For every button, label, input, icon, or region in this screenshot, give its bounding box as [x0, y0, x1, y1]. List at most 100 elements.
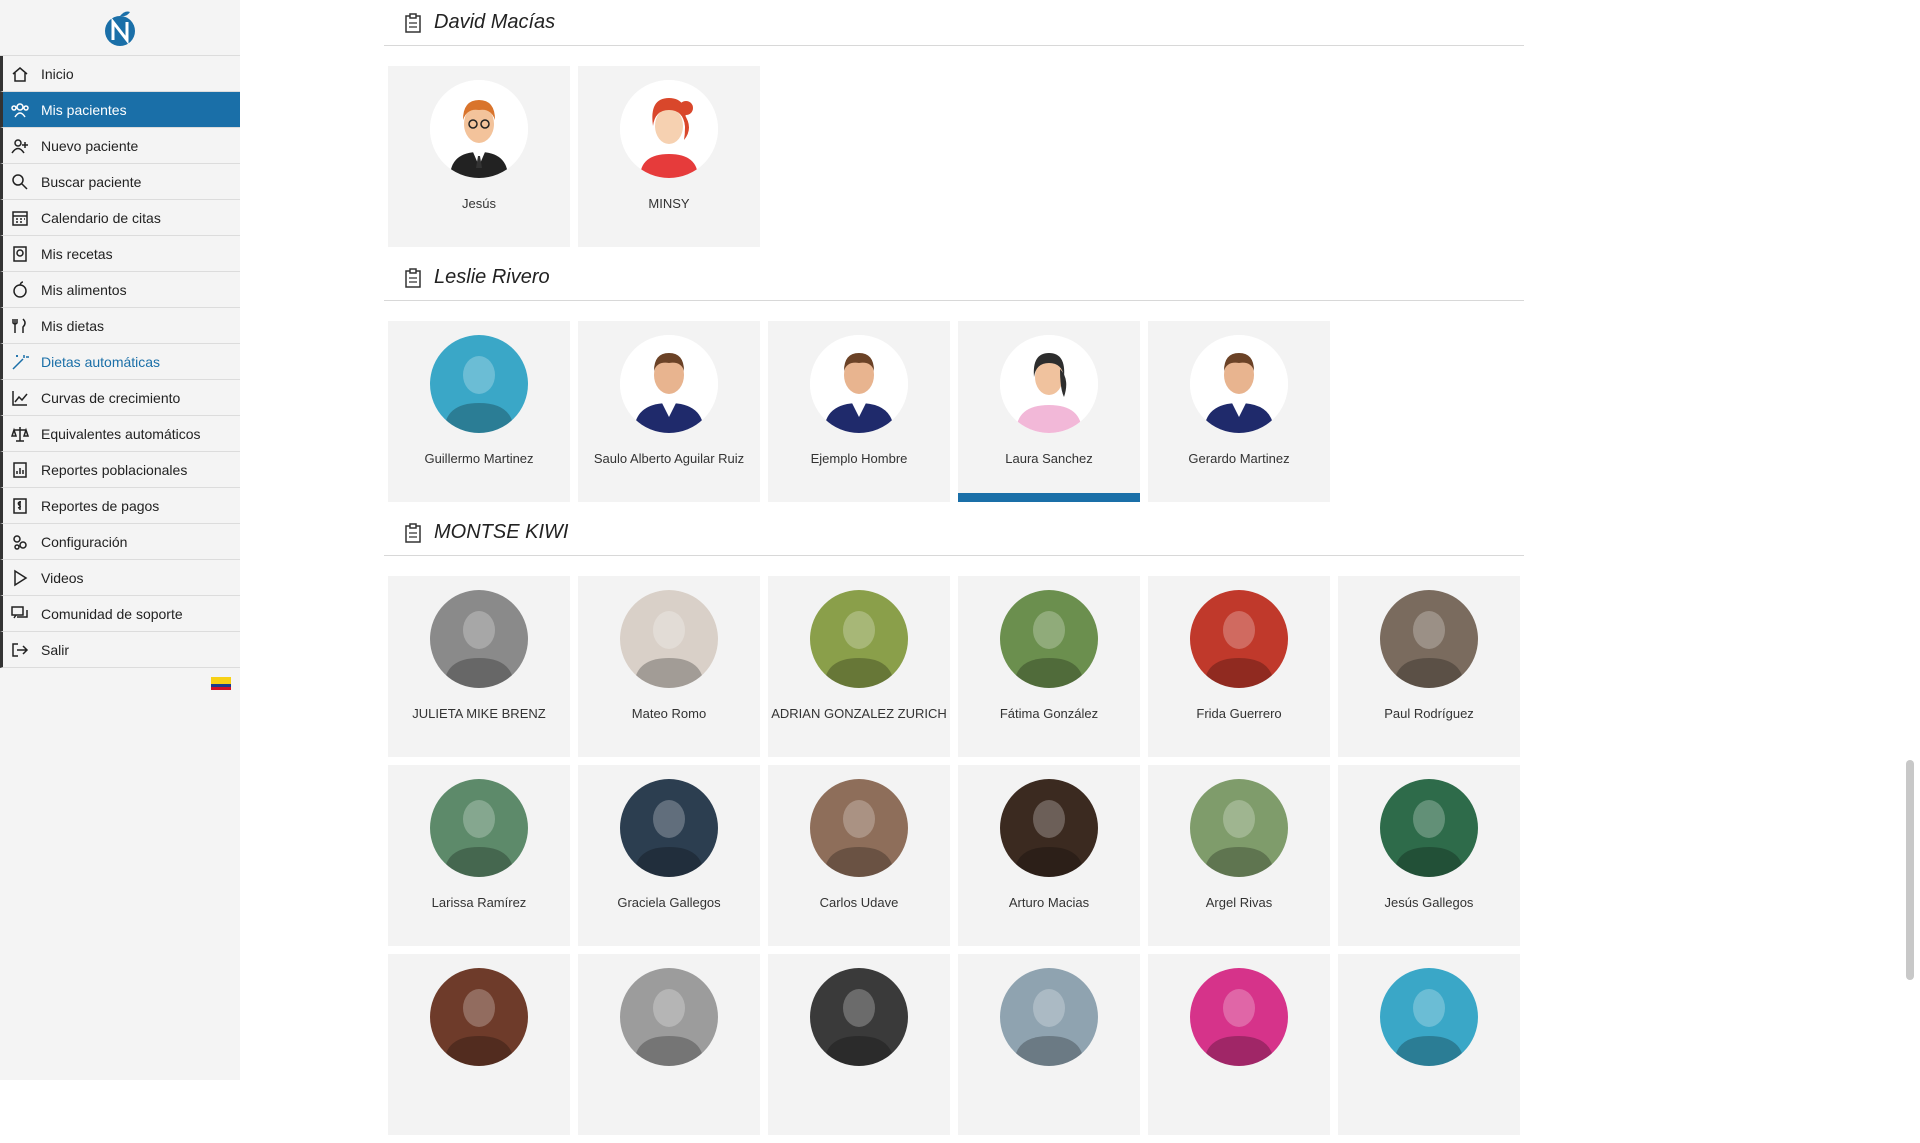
- avatar: [430, 335, 528, 433]
- colombia-flag[interactable]: [211, 677, 231, 690]
- app-logo[interactable]: [0, 0, 240, 55]
- group-title: Leslie Rivero: [434, 266, 550, 288]
- patient-name: Arturo Macias: [1008, 895, 1090, 910]
- patient-name: Mateo Romo: [631, 706, 707, 721]
- cutlery-icon: [12, 317, 26, 333]
- avatar: [1000, 335, 1098, 433]
- patient-card[interactable]: Fátima González: [958, 576, 1140, 757]
- patient-photo: [1190, 590, 1288, 688]
- patient-card[interactable]: [958, 954, 1140, 1135]
- patient-card[interactable]: [578, 954, 760, 1135]
- patient-card[interactable]: [1148, 954, 1330, 1135]
- avatar: [810, 779, 908, 877]
- patient-name: ADRIAN GONZALEZ ZURICH: [771, 706, 947, 721]
- gears-icon: [13, 534, 27, 550]
- avatar: [620, 779, 718, 877]
- patient-card[interactable]: MINSY: [578, 66, 760, 247]
- clipboard-icon: [405, 267, 421, 288]
- sidebar-item-mis-pacientes[interactable]: Mis pacientes: [0, 92, 240, 128]
- patient-name: Argel Rivas: [1205, 895, 1273, 910]
- avatar: [810, 968, 908, 1066]
- patient-card[interactable]: Paul Rodríguez: [1338, 576, 1520, 757]
- patient-card[interactable]: Gerardo Martinez: [1148, 321, 1330, 502]
- patient-card[interactable]: ADRIAN GONZALEZ ZURICH: [768, 576, 950, 757]
- sidebar-item-mis-dietas[interactable]: Mis dietas: [0, 308, 240, 344]
- group-header: David Macías: [384, 0, 1524, 46]
- scrollbar[interactable]: [1906, 760, 1914, 980]
- sidebar-menu: Inicio Mis pacientes Nuevo paciente Buscar …: [0, 55, 240, 668]
- patient-card[interactable]: Argel Rivas: [1148, 765, 1330, 946]
- patient-card[interactable]: JULIETA MIKE BRENZ: [388, 576, 570, 757]
- clipboard-icon: [405, 12, 421, 33]
- patient-card[interactable]: Arturo Macias: [958, 765, 1140, 946]
- patient-card[interactable]: Ejemplo Hombre: [768, 321, 950, 502]
- payment-report-icon: [13, 497, 27, 514]
- recipe-icon: [13, 245, 27, 262]
- patient-card[interactable]: Carlos Udave: [768, 765, 950, 946]
- avatar: [1380, 779, 1478, 877]
- patient-card[interactable]: Frida Guerrero: [1148, 576, 1330, 757]
- sidebar-item-buscar-paciente[interactable]: Buscar paciente: [0, 164, 240, 200]
- patient-cards: Jesús MINSY: [384, 46, 1524, 255]
- patient-card[interactable]: [768, 954, 950, 1135]
- report-icon: [13, 461, 27, 478]
- selected-indicator: [958, 493, 1140, 502]
- sidebar: Inicio Mis pacientes Nuevo paciente Buscar …: [0, 0, 240, 1080]
- patient-photo: [430, 968, 528, 1066]
- avatar: [430, 80, 528, 178]
- patient-card[interactable]: [388, 954, 570, 1135]
- patient-name: Ejemplo Hombre: [810, 451, 908, 466]
- sidebar-item-reportes-de-pagos[interactable]: Reportes de pagos: [0, 488, 240, 524]
- sidebar-item-videos[interactable]: Videos: [0, 560, 240, 596]
- patient-name: Carlos Udave: [819, 895, 899, 910]
- sidebar-item-nuevo-paciente[interactable]: Nuevo paciente: [0, 128, 240, 164]
- group-header: MONTSE KIWI: [384, 510, 1524, 556]
- patient-group: Leslie Rivero Guillermo Martinez Saulo A…: [384, 255, 1524, 510]
- sidebar-item-reportes-poblacionales[interactable]: Reportes poblacionales: [0, 452, 240, 488]
- apple-icon: [13, 280, 27, 298]
- patient-name: Gerardo Martinez: [1188, 451, 1290, 466]
- sidebar-item-calendario-de-citas[interactable]: Calendario de citas: [0, 200, 240, 236]
- sidebar-item-label: Salir: [41, 641, 70, 658]
- sidebar-item-label: Calendario de citas: [41, 209, 161, 226]
- patient-photo: [1190, 968, 1288, 1066]
- patient-card[interactable]: [1338, 954, 1520, 1135]
- sidebar-item-equivalentes-autom-ticos[interactable]: Equivalentes automáticos: [0, 416, 240, 452]
- sidebar-item-mis-recetas[interactable]: Mis recetas: [0, 236, 240, 272]
- patient-photo: [430, 779, 528, 877]
- sidebar-item-inicio[interactable]: Inicio: [0, 56, 240, 92]
- avatar: [430, 590, 528, 688]
- sidebar-item-label: Comunidad de soporte: [41, 605, 183, 622]
- sidebar-item-dietas-autom-ticas[interactable]: Dietas automáticas: [0, 344, 240, 380]
- patient-photo: [810, 779, 908, 877]
- patient-photo: [1000, 968, 1098, 1066]
- avatar: [1000, 779, 1098, 877]
- avatar: [620, 80, 718, 178]
- sidebar-item-label: Mis alimentos: [41, 281, 127, 298]
- play-icon: [14, 569, 28, 586]
- sidebar-item-curvas-de-crecimiento[interactable]: Curvas de crecimiento: [0, 380, 240, 416]
- patient-card[interactable]: Guillermo Martinez: [388, 321, 570, 502]
- patient-card[interactable]: Jesús: [388, 66, 570, 247]
- patient-card[interactable]: Mateo Romo: [578, 576, 760, 757]
- woman-redhair-avatar: [620, 80, 718, 178]
- avatar: [1190, 968, 1288, 1066]
- patient-card[interactable]: Jesús Gallegos: [1338, 765, 1520, 946]
- patient-card[interactable]: Laura Sanchez: [958, 321, 1140, 502]
- avatar: [810, 590, 908, 688]
- sidebar-item-salir[interactable]: Salir: [0, 632, 240, 668]
- sidebar-item-configuraci-n[interactable]: Configuración: [0, 524, 240, 560]
- patient-card[interactable]: Saulo Alberto Aguilar Ruiz: [578, 321, 760, 502]
- sidebar-item-label: Inicio: [41, 65, 74, 82]
- patient-card[interactable]: Larissa Ramírez: [388, 765, 570, 946]
- sidebar-item-comunidad-de-soporte[interactable]: Comunidad de soporte: [0, 596, 240, 632]
- search-icon: [12, 173, 28, 190]
- avatar: [1380, 590, 1478, 688]
- default-man-avatar: [620, 335, 718, 433]
- chart-icon: [12, 390, 28, 406]
- patient-name: Paul Rodríguez: [1384, 706, 1474, 721]
- avatar: [620, 968, 718, 1066]
- patient-photo: [430, 335, 528, 433]
- patient-card[interactable]: Graciela Gallegos: [578, 765, 760, 946]
- sidebar-item-mis-alimentos[interactable]: Mis alimentos: [0, 272, 240, 308]
